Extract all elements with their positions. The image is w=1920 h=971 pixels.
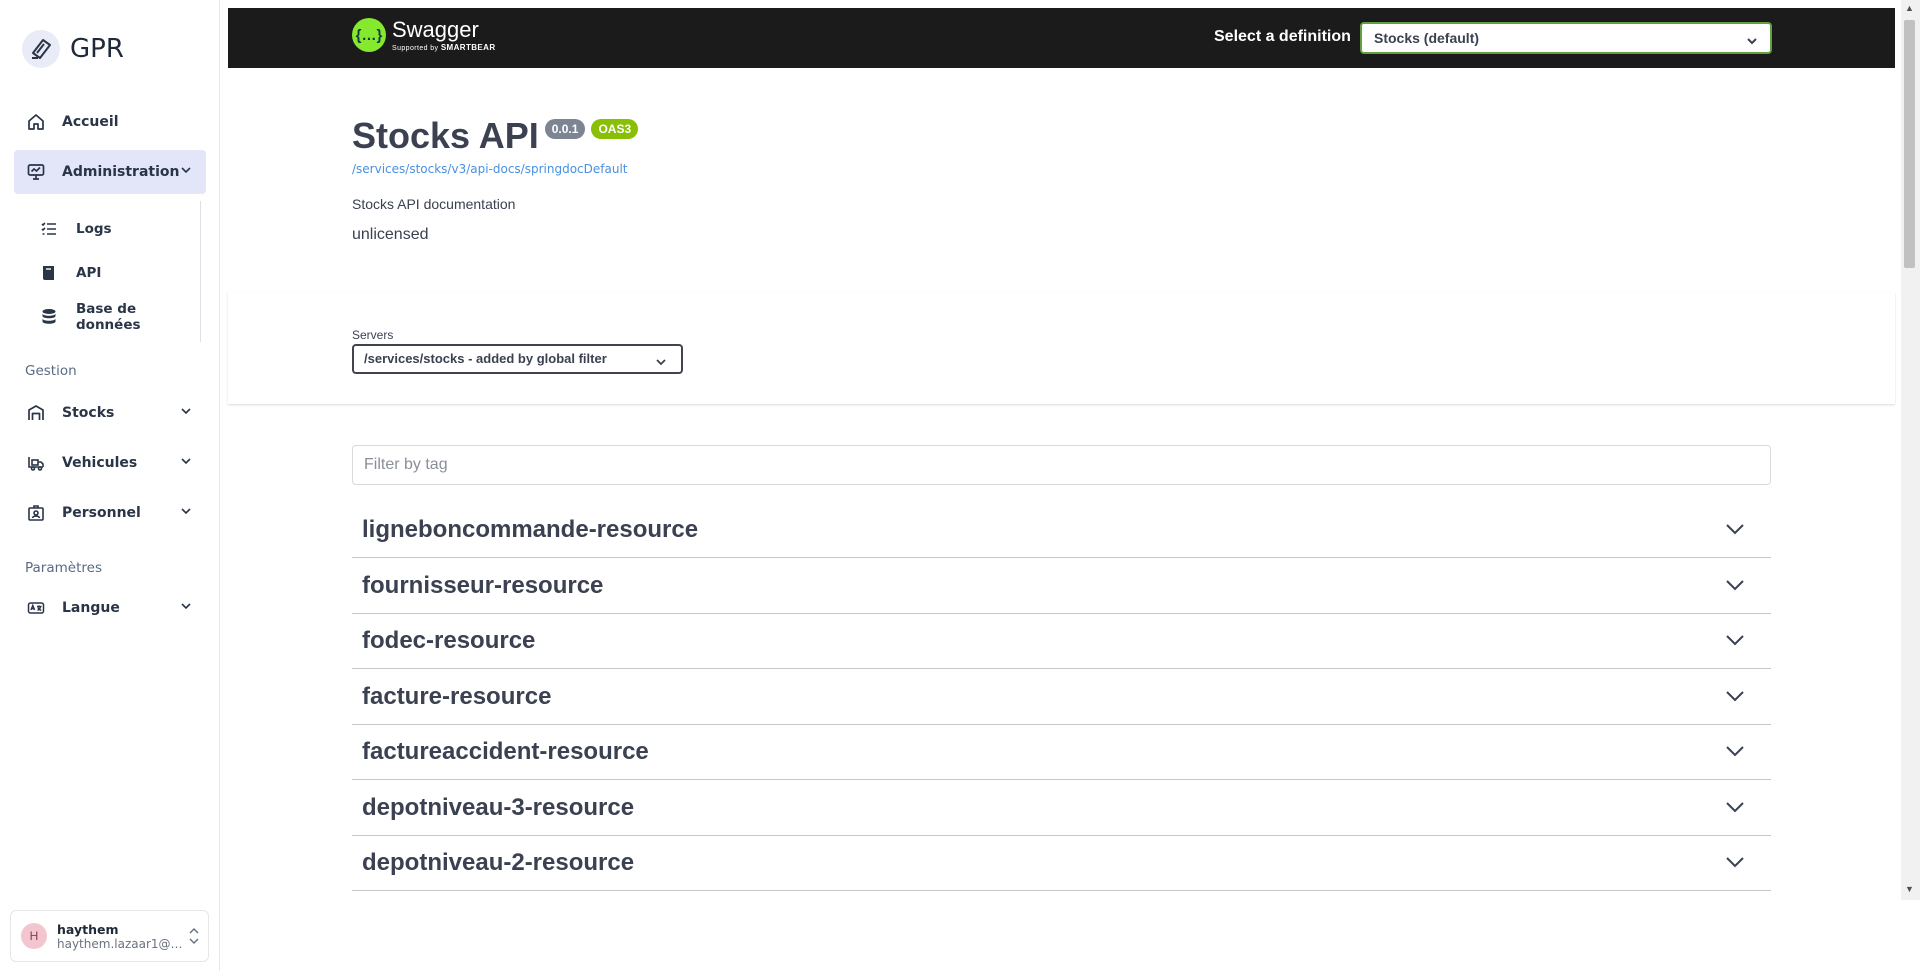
scrollbar[interactable]: ▲ ▼ <box>1901 0 1920 900</box>
sidebar-item-langue[interactable]: Langue <box>14 586 206 630</box>
scroll-up-arrow-icon[interactable]: ▲ <box>1905 3 1914 13</box>
tag-section[interactable]: factureaccident-resource <box>352 724 1771 780</box>
tag-section[interactable]: depotniveau-2-resource <box>352 835 1771 891</box>
api-docs-link[interactable]: /services/stocks/v3/api-docs/springdocDe… <box>352 162 638 176</box>
brand-name: GPR <box>70 34 124 64</box>
swagger-supported-by: Supported by SMARTBEAR <box>392 43 496 52</box>
truck-icon <box>26 453 46 473</box>
api-title-row: Stocks API 0.0.1 OAS3 <box>352 112 639 160</box>
chevron-down-icon <box>180 600 192 616</box>
chevron-down-icon <box>1725 633 1745 652</box>
sidebar-item-label: Stocks <box>62 405 115 421</box>
api-license: unlicensed <box>352 226 429 243</box>
tag-name: fodec-resource <box>362 627 536 654</box>
tag-name: depotniveau-3-resource <box>362 794 635 821</box>
tag-name: depotniveau-2-resource <box>362 849 635 876</box>
badge-icon <box>26 503 46 523</box>
sidebar-item-label: Vehicules <box>62 455 138 471</box>
sidebar-item-logs[interactable]: Logs <box>40 214 112 244</box>
sidebar-item-accueil[interactable]: Accueil <box>14 100 206 144</box>
filter-by-tag-input[interactable]: Filter by tag <box>352 445 1771 485</box>
swagger-topbar: {…} Swagger Supported by SMARTBEAR Selec… <box>228 8 1895 68</box>
tag-section[interactable]: fournisseur-resource <box>352 558 1771 614</box>
sidebar-item-vehicules[interactable]: Vehicules <box>14 441 206 485</box>
swagger-wordmark: Swagger Supported by SMARTBEAR <box>392 16 496 52</box>
scroll-thumb[interactable] <box>1904 20 1915 268</box>
api-info: Stocks API 0.0.1 OAS3 /services/stocks/v… <box>352 112 639 244</box>
smartbear-text: SMARTBEAR <box>440 42 496 52</box>
tag-name: fournisseur-resource <box>362 572 604 599</box>
page-title: Stocks API <box>352 115 539 156</box>
sidebar-item-personnel[interactable]: Personnel <box>14 491 206 535</box>
sidebar-item-label: Accueil <box>62 114 119 130</box>
tag-name: factureaccident-resource <box>362 738 649 765</box>
definition-select-value: Stocks (default) <box>1374 30 1480 46</box>
sidebar-item-label: Langue <box>62 600 120 616</box>
language-icon <box>26 598 46 618</box>
sidebar-item-api[interactable]: API <box>40 258 101 288</box>
tag-name: ligneboncommande-resource <box>362 516 699 543</box>
chevron-down-icon <box>1725 522 1745 541</box>
api-description: Stocks API documentation <box>352 196 516 212</box>
chevron-down-icon <box>180 164 192 180</box>
tag-name: facture-resource <box>362 683 552 710</box>
user-menu[interactable]: H haythem haythem.lazaar1@gm... <box>10 910 209 962</box>
chevron-down-icon <box>1725 855 1745 874</box>
chevron-up-down-icon <box>188 926 200 951</box>
definition-select[interactable]: Stocks (default) <box>1360 22 1772 54</box>
chevron-down-icon <box>1725 689 1745 708</box>
brand[interactable]: GPR <box>22 30 124 68</box>
sidebar-item-label: Logs <box>76 221 112 237</box>
gpr-logo-icon <box>22 30 60 68</box>
avatar: H <box>21 923 47 949</box>
user-email: haythem.lazaar1@gm... <box>57 936 187 951</box>
warehouse-icon <box>26 403 46 423</box>
sidebar-item-base-de-donnees[interactable]: Base de données <box>40 301 200 333</box>
chevron-down-icon <box>1746 33 1758 49</box>
chevron-down-icon <box>1725 744 1745 763</box>
sidebar-item-stocks[interactable]: Stocks <box>14 391 206 435</box>
tag-section[interactable]: ligneboncommande-resource <box>352 502 1771 558</box>
chevron-down-icon <box>180 455 192 471</box>
sidebar-item-label: Base de données <box>76 301 141 333</box>
list-icon <box>40 220 58 238</box>
chevron-down-icon <box>1725 578 1745 597</box>
administration-submenu: Logs API Base de données <box>20 201 201 342</box>
monitor-icon <box>26 162 46 182</box>
book-icon <box>40 264 58 282</box>
database-icon <box>40 308 58 326</box>
section-label-parametres: Paramètres <box>25 560 102 576</box>
tag-section[interactable]: facture-resource <box>352 669 1771 725</box>
definition-label: Select a definition <box>1214 28 1351 45</box>
home-icon <box>26 112 46 132</box>
servers-section: Servers /services/stocks - added by glob… <box>228 292 1895 404</box>
chevron-down-icon <box>1725 800 1745 819</box>
chevron-down-icon <box>655 355 667 370</box>
servers-select-value: /services/stocks - added by global filte… <box>364 351 607 366</box>
chevron-down-icon <box>180 505 192 521</box>
section-label-gestion: Gestion <box>25 363 77 379</box>
version-badge: 0.0.1 <box>544 119 586 139</box>
sidebar-item-administration[interactable]: Administration <box>14 150 206 194</box>
sidebar-item-label: Personnel <box>62 505 141 521</box>
scroll-down-arrow-icon[interactable]: ▼ <box>1905 884 1914 894</box>
swagger-braces-icon: {…} <box>352 18 386 52</box>
swagger-brand: Swagger <box>392 16 479 42</box>
oas-badge: OAS3 <box>591 119 639 139</box>
supported-by-text: Supported by <box>392 44 439 52</box>
tag-section[interactable]: fodec-resource <box>352 613 1771 669</box>
sidebar-item-label: API <box>76 265 102 281</box>
servers-label: Servers <box>352 328 394 342</box>
user-info: haythem haythem.lazaar1@gm... <box>57 922 187 951</box>
servers-select[interactable]: /services/stocks - added by global filte… <box>352 344 683 374</box>
sidebar: GPR Accueil Administration Logs API Base… <box>0 0 220 971</box>
sidebar-item-label: Administration <box>62 164 180 180</box>
swagger-logo[interactable]: {…} Swagger Supported by SMARTBEAR <box>352 18 496 52</box>
chevron-down-icon <box>180 405 192 421</box>
tag-section[interactable]: depotniveau-3-resource <box>352 780 1771 836</box>
user-name: haythem <box>57 921 119 937</box>
